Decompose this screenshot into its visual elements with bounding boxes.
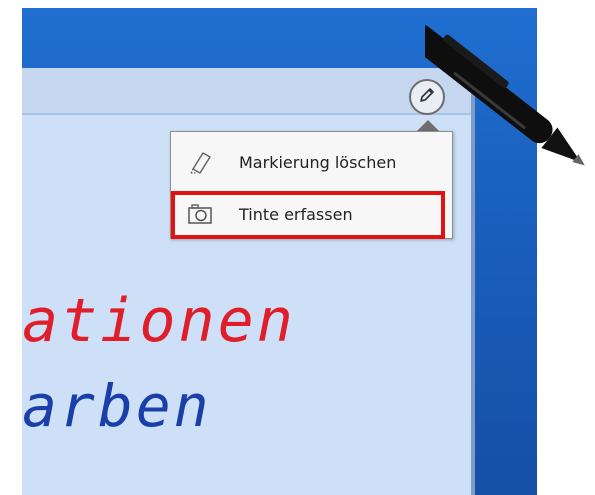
stylus-pen-illustration xyxy=(425,24,585,166)
window-title-bar xyxy=(22,68,471,113)
ink-text-line-2: arben xyxy=(22,372,212,440)
eraser-icon xyxy=(185,147,215,177)
menu-item-clear-markup[interactable]: Markierung löschen xyxy=(171,140,452,184)
highlight-annotation xyxy=(171,191,445,239)
ink-text-line-1: ationen xyxy=(22,286,296,356)
menu-item-label: Markierung löschen xyxy=(239,152,397,172)
